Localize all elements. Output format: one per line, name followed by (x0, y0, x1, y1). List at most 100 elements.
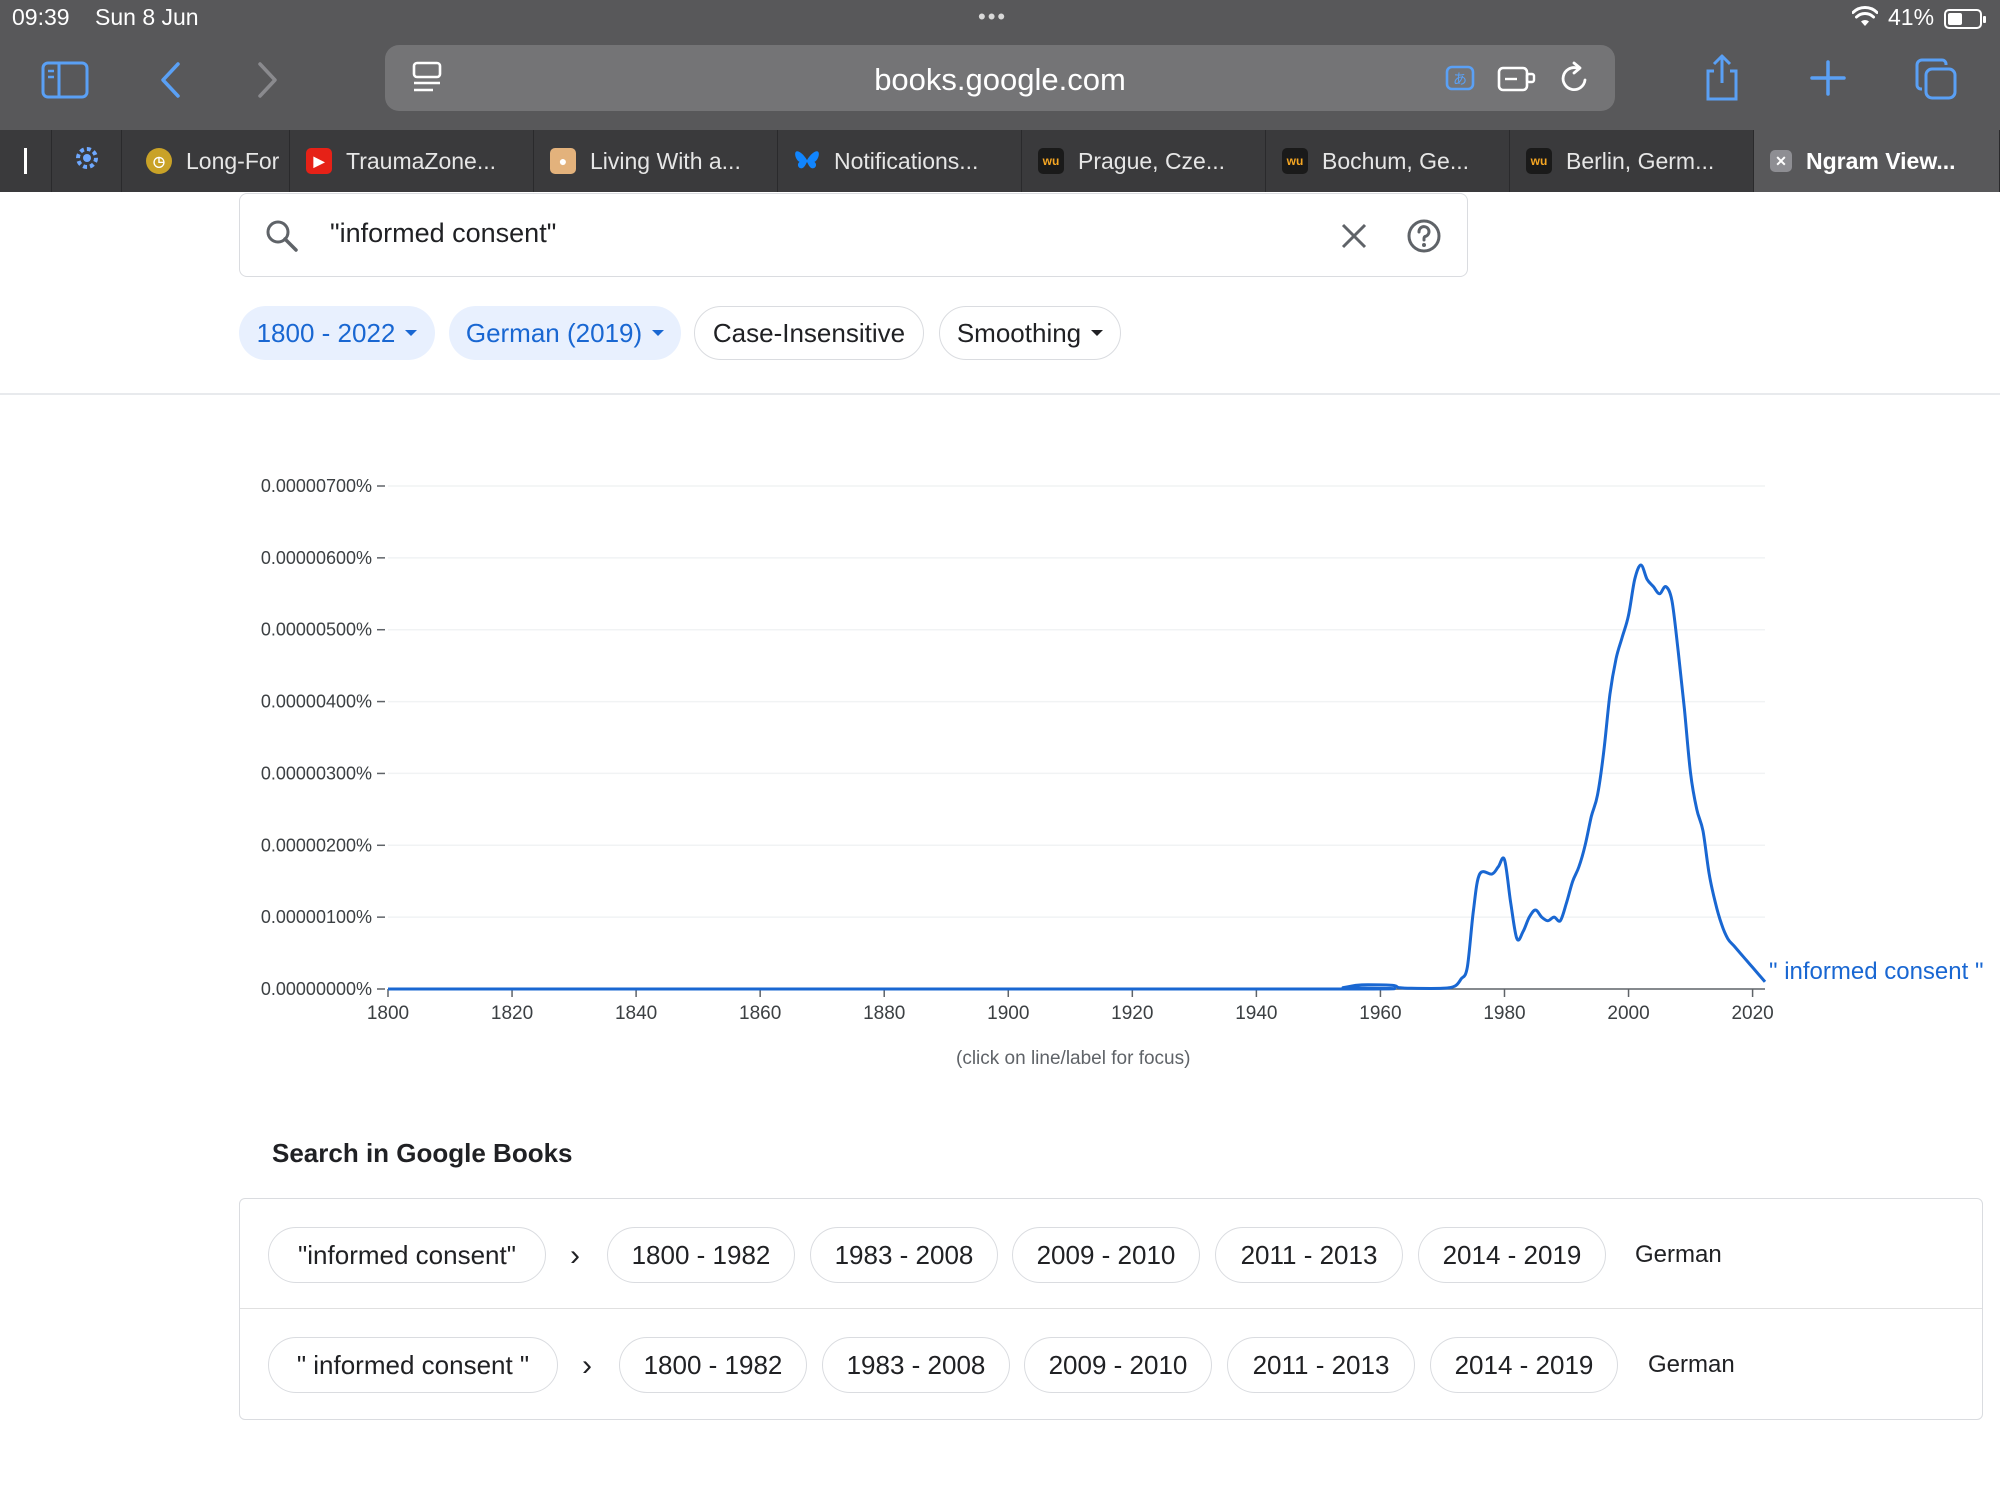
smoothing-label: Smoothing (956, 317, 1082, 348)
new-tab-icon[interactable] (1808, 58, 1848, 98)
x-tick-label: 1940 (1235, 1003, 1277, 1024)
translate-icon[interactable]: あ (1440, 59, 1480, 97)
books-row: " informed consent " › 1800 - 1982 1983 … (240, 1309, 1982, 1419)
x-tick-label: 1860 (739, 1003, 781, 1024)
books-range-pill[interactable]: 2014 - 2019 (1430, 1337, 1618, 1393)
back-icon[interactable] (155, 58, 185, 102)
x-tick-label: 1960 (1359, 1003, 1401, 1024)
books-row: "informed consent" › 1800 - 1982 1983 - … (240, 1199, 1982, 1309)
wifi-icon (1851, 6, 1879, 33)
tab-long-form[interactable]: ◷ Long-For (122, 130, 290, 192)
books-panel: "informed consent" › 1800 - 1982 1983 - … (239, 1198, 1983, 1420)
chevron-down-icon (1091, 330, 1104, 336)
pinned-tab-icon (24, 148, 27, 174)
x-tick-label: 1980 (1483, 1003, 1525, 1024)
weather-favicon-icon: wu (1526, 148, 1552, 174)
y-tick-label: 0.00000000% (261, 979, 372, 999)
gear-icon (72, 143, 102, 179)
help-icon[interactable] (1406, 218, 1442, 259)
y-tick-label: 0.00000400% (261, 692, 372, 712)
address-bar[interactable]: books.google.com あ (385, 45, 1615, 111)
year-range-label: 1800 - 2022 (256, 317, 396, 348)
clear-icon[interactable] (1340, 222, 1368, 255)
close-tab-icon[interactable]: ✕ (1770, 150, 1792, 172)
status-bar: 09:39 Sun 8 Jun ••• 41% (0, 0, 2000, 38)
x-tick-label: 1820 (491, 1003, 533, 1024)
books-range-pill[interactable]: 2009 - 2010 (1012, 1227, 1200, 1283)
battery-icon (1944, 9, 1986, 29)
reload-icon[interactable] (1555, 59, 1595, 97)
section-divider (0, 393, 2000, 395)
tab-bar: ◷ Long-For ▶ TraumaZone... ● Living With… (0, 130, 2000, 192)
books-range-pill[interactable]: 2011 - 2013 (1215, 1227, 1403, 1283)
year-range-chip[interactable]: 1800 - 2022 (239, 306, 435, 360)
books-range-pill[interactable]: 2009 - 2010 (1024, 1337, 1212, 1393)
chevron-down-icon (652, 330, 665, 336)
tab-living-with[interactable]: ● Living With a... (534, 130, 778, 192)
tab-label: Notifications... (834, 147, 979, 174)
tab-label: TraumaZone... (346, 147, 496, 174)
multitasking-dots-icon[interactable]: ••• (978, 4, 1007, 30)
smoothing-chip[interactable]: Smoothing (939, 306, 1121, 360)
status-date: Sun 8 Jun (95, 4, 199, 30)
books-range-pill[interactable]: 1983 - 2008 (810, 1227, 998, 1283)
tab-pinned[interactable] (0, 130, 52, 192)
tab-label: Bochum, Ge... (1322, 147, 1470, 174)
tab-berlin[interactable]: wu Berlin, Germ... (1510, 130, 1754, 192)
tab-label: Berlin, Germ... (1566, 147, 1715, 174)
y-tick-label: 0.00000300% (261, 763, 372, 783)
books-range-pill[interactable]: 1800 - 1982 (607, 1227, 795, 1283)
books-language: German (1648, 1351, 1735, 1378)
tab-label: Living With a... (590, 147, 741, 174)
series-line[interactable] (388, 563, 1767, 991)
book-favicon-icon: ● (550, 148, 576, 174)
ngram-chart: 0.00000000% 0.00000100% 0.00000200% 0.00000… (261, 476, 1984, 1024)
url-text[interactable]: books.google.com (385, 62, 1615, 98)
tabs-overview-icon[interactable] (1913, 56, 1959, 102)
x-tick-label: 1900 (987, 1003, 1029, 1024)
books-range-pill[interactable]: 2011 - 2013 (1227, 1337, 1415, 1393)
x-tick-label: 1800 (367, 1003, 409, 1024)
battery-percent: 41% (1888, 4, 1935, 30)
chevron-right-icon: › (582, 1349, 592, 1382)
books-term-pill[interactable]: "informed consent" (268, 1227, 546, 1283)
y-tick-label: 0.00000100% (261, 907, 372, 927)
weather-favicon-icon: wu (1038, 148, 1064, 174)
case-insensitive-chip[interactable]: Case-Insensitive (694, 306, 924, 360)
books-range-pill[interactable]: 1983 - 2008 (822, 1337, 1010, 1393)
series-label[interactable]: " informed consent " (1769, 958, 1983, 985)
tab-prague[interactable]: wu Prague, Cze... (1022, 130, 1266, 192)
books-language: German (1635, 1241, 1722, 1268)
chevron-right-icon: › (570, 1239, 580, 1272)
tab-label: Prague, Cze... (1078, 147, 1226, 174)
tab-label: Long-For (186, 147, 280, 174)
extension-icon[interactable] (1495, 59, 1539, 97)
search-icon (264, 218, 300, 259)
svg-text:あ: あ (1453, 72, 1467, 88)
books-term-pill[interactable]: " informed consent " (268, 1337, 558, 1393)
tab-traumazone[interactable]: ▶ TraumaZone... (290, 130, 534, 192)
share-icon[interactable] (1700, 52, 1744, 104)
x-tick-label: 1840 (615, 1003, 657, 1024)
books-range-pill[interactable]: 1800 - 1982 (619, 1337, 807, 1393)
x-tick-label: 2000 (1607, 1003, 1649, 1024)
sidebar-icon[interactable] (40, 58, 90, 102)
books-range-pill[interactable]: 2014 - 2019 (1418, 1227, 1606, 1283)
forward-icon[interactable] (253, 58, 283, 102)
tab-settings-gear[interactable] (52, 130, 122, 192)
tab-bochum[interactable]: wu Bochum, Ge... (1266, 130, 1510, 192)
browser-toolbar: books.google.com あ (0, 38, 2000, 130)
chart-hint: (click on line/label for focus) (956, 1048, 1191, 1069)
search-input[interactable]: "informed consent" (330, 218, 556, 249)
y-tick-label: 0.00000600% (261, 548, 372, 568)
tab-notifications[interactable]: Notifications... (778, 130, 1022, 192)
search-box[interactable]: "informed consent" (239, 193, 1468, 277)
x-tick-label: 1880 (863, 1003, 905, 1024)
y-tick-label: 0.00000700% (261, 476, 372, 496)
tab-ngram-viewer[interactable]: ✕ Ngram View... (1754, 130, 2000, 192)
tab-label: Ngram View... (1806, 147, 1956, 174)
bluesky-favicon-icon (794, 148, 820, 174)
corpus-chip[interactable]: German (2019) (449, 306, 681, 360)
status-time: 09:39 (12, 4, 70, 30)
youtube-favicon-icon: ▶ (306, 148, 332, 174)
